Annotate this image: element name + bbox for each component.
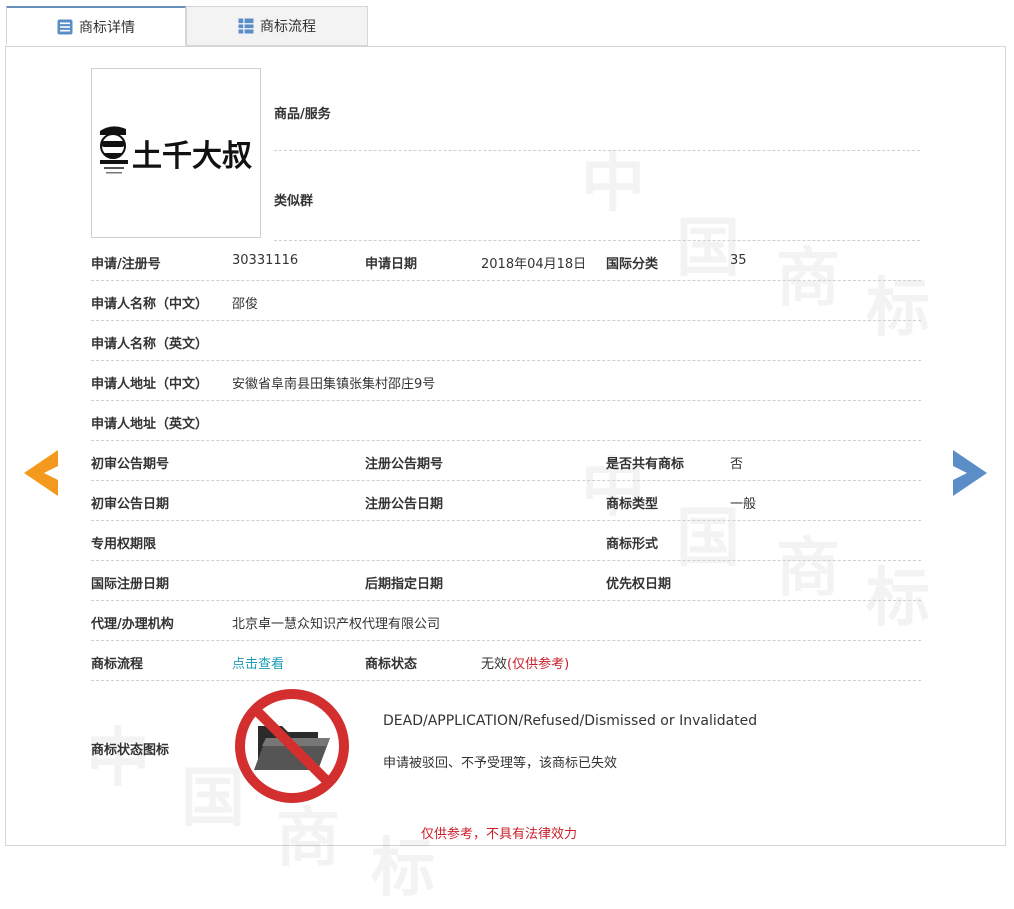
subsequent-designation-date-label: 后期指定日期 [365,577,444,592]
legal-disclaimer: 仅供参考，不具有法律效力 [421,827,578,842]
applicant-name-cn-value: 邵俊 [232,297,259,312]
trademark-type-value: 一般 [730,497,757,512]
tab-label: 商标流程 [260,19,316,35]
table-row: 初审公告日期 注册公告日期 商标类型 一般 [91,481,921,521]
international-class-value: 35 [730,253,747,268]
table-row: 商标流程 点击查看 商标状态 无效(仅供参考) [91,641,921,681]
table-row: 申请人地址（英文） [91,401,921,441]
invalid-status-icon [235,689,349,803]
exclusive-right-period-label: 专用权期限 [91,537,157,552]
applicant-name-en-label: 申请人名称（英文） [91,337,209,352]
watermark: 中 [581,132,645,224]
shared-trademark-label: 是否共有商标 [606,457,685,472]
goods-services-label: 商品/服务 [274,107,331,122]
trademark-logo: 土千大叔 [100,126,252,174]
table-row: 申请人地址（中文） 安徽省阜南县田集镇张集村邵庄9号 [91,361,921,401]
trademark-status-label: 商标状态 [365,657,418,672]
divider [274,150,920,151]
similar-group-label: 类似群 [274,194,314,209]
tab-bar: 商标详情 商标流程 [0,0,1014,47]
application-number-label: 申请/注册号 [91,257,161,272]
reference-only-note: (仅供参考) [507,657,570,672]
applicant-name-cn-label: 申请人名称（中文） [91,297,209,312]
trademark-process-label: 商标流程 [91,657,144,672]
status-description: 申请被驳回、不予受理等，该商标已失效 [383,756,618,771]
view-process-link[interactable]: 点击查看 [232,653,284,672]
list-icon [57,19,73,34]
table-row: 代理/办理机构 北京卓一慧众知识产权代理有限公司 [91,601,921,641]
application-number-value: 30331116 [232,253,299,268]
applicant-address-en-label: 申请人地址（英文） [91,417,209,432]
trademark-form-label: 商标形式 [606,537,659,552]
status-icon-label: 商标状态图标 [91,743,170,758]
application-date-label: 申请日期 [365,257,418,272]
preliminary-announcement-date-label: 初审公告日期 [91,497,170,512]
table-row: 国际注册日期 后期指定日期 优先权日期 [91,561,921,601]
tab-trademark-process[interactable]: 商标流程 [186,6,368,46]
next-arrow-icon[interactable] [953,450,987,496]
trademark-status-value: 无效 [481,657,508,672]
trademark-status-value-group: 无效(仅供参考) [481,653,569,672]
application-date-value: 2018年04月18日 [481,257,587,272]
table-row: 初审公告期号 注册公告期号 是否共有商标 否 [91,441,921,481]
table-row: 申请/注册号 30331116 申请日期 2018年04月18日 国际分类 35 [91,241,921,281]
grid-icon [238,18,254,34]
international-class-label: 国际分类 [606,257,659,272]
tab-label: 商标详情 [79,19,135,36]
agency-value: 北京卓一慧众知识产权代理有限公司 [232,617,441,632]
agency-label: 代理/办理机构 [91,617,174,632]
previous-arrow-icon[interactable] [24,450,58,496]
table-row: 专用权期限 商标形式 [91,521,921,561]
table-row: 申请人名称（英文） [91,321,921,361]
trademark-type-label: 商标类型 [606,497,659,512]
trademark-logo-text: 土千大叔 [132,139,252,174]
shared-trademark-value: 否 [730,457,744,472]
applicant-address-cn-label: 申请人地址（中文） [91,377,209,392]
applicant-address-cn-value: 安徽省阜南县田集镇张集村邵庄9号 [232,377,436,392]
mascot-face-icon [100,126,128,174]
registration-announcement-date-label: 注册公告日期 [365,497,444,512]
status-english-title: DEAD/APPLICATION/Refused/Dismissed or In… [383,713,758,729]
priority-date-label: 优先权日期 [606,577,672,592]
tab-trademark-details[interactable]: 商标详情 [6,6,186,46]
trademark-image: 土千大叔 [91,68,261,238]
registration-announcement-no-label: 注册公告期号 [365,457,444,472]
preliminary-announcement-no-label: 初审公告期号 [91,457,170,472]
international-registration-date-label: 国际注册日期 [91,577,170,592]
table-row: 申请人名称（中文） 邵俊 [91,281,921,321]
